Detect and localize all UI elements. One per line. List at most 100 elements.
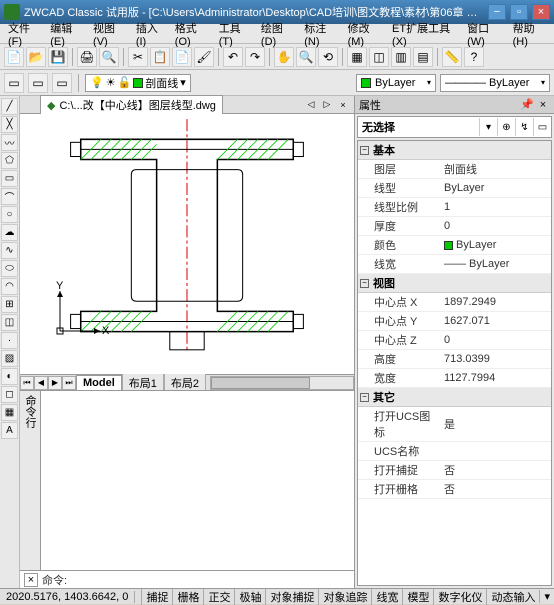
spline-tool[interactable]: ∿ (1, 242, 18, 259)
layer-manager-button[interactable]: ▭ (4, 73, 24, 93)
menu-item[interactable]: 编辑(E) (46, 18, 87, 50)
prop-value[interactable]: ByLayer (440, 236, 551, 254)
tab-first[interactable]: ⏮ (20, 376, 34, 390)
zoom-prev-button[interactable]: ⟲ (318, 47, 338, 67)
prop-value[interactable]: —— ByLayer (440, 255, 551, 273)
prop-value[interactable] (440, 442, 551, 460)
linetype-combo[interactable]: ———— ByLayer ▾ (440, 74, 550, 92)
property-group[interactable]: −其它 (358, 388, 551, 407)
gradient-tool[interactable]: ◐ (1, 368, 18, 385)
tab-next[interactable]: ▶ (48, 376, 62, 390)
prop-value[interactable]: 1 (440, 198, 551, 216)
collapse-icon[interactable]: − (360, 279, 369, 288)
status-toggle[interactable]: 数字化仪 (433, 589, 486, 605)
ellipse-tool[interactable]: ⬭ (1, 260, 18, 277)
status-toggle[interactable]: 栅格 (172, 589, 203, 605)
line-tool[interactable]: ╱ (1, 98, 18, 115)
menu-item[interactable]: 窗口(W) (463, 18, 507, 50)
prop-value[interactable]: 否 (440, 461, 551, 479)
property-row[interactable]: 打开捕捉否 (358, 461, 551, 480)
layer-prev-button[interactable]: ▭ (52, 73, 72, 93)
table-tool[interactable]: ▦ (1, 404, 18, 421)
redo-button[interactable]: ↷ (245, 47, 265, 67)
property-group[interactable]: −视图 (358, 274, 551, 293)
tab-prev[interactable]: ◁ (304, 98, 318, 112)
collapse-icon[interactable]: − (360, 393, 369, 402)
properties-button[interactable]: ▦ (347, 47, 367, 67)
cut-button[interactable]: ✂ (128, 47, 148, 67)
new-button[interactable]: 📄 (4, 47, 24, 67)
document-tab[interactable]: ◆ C:\...改【中心线】图层线型.dwg (40, 95, 223, 114)
chevron-down-icon[interactable]: ▾ (479, 118, 497, 136)
menu-item[interactable]: 文件(F) (4, 18, 44, 50)
pan-button[interactable]: ✋ (274, 47, 294, 67)
layer-combo[interactable]: 💡 ☀ 🔓 剖面线 ▾ (85, 74, 191, 92)
text-tool[interactable]: A (1, 422, 18, 439)
region-tool[interactable]: ◻ (1, 386, 18, 403)
command-history-body[interactable] (41, 391, 354, 570)
status-toggle[interactable]: 模型 (402, 589, 433, 605)
menu-item[interactable]: 视图(V) (89, 18, 130, 50)
property-row[interactable]: UCS名称 (358, 442, 551, 461)
property-row[interactable]: 颜色ByLayer (358, 236, 551, 255)
menu-item[interactable]: 绘图(D) (257, 18, 298, 50)
property-grid[interactable]: −基本图层剖面线线型ByLayer线型比例1厚度0颜色ByLayer线宽—— B… (357, 140, 552, 586)
panel-close-icon[interactable]: × (536, 98, 550, 112)
command-line[interactable]: × 命令: (20, 570, 354, 588)
menu-item[interactable]: 修改(M) (344, 18, 386, 50)
prop-value[interactable]: 0 (440, 331, 551, 349)
insert-tool[interactable]: ⊞ (1, 296, 18, 313)
prop-value[interactable]: 1627.071 (440, 312, 551, 330)
calc-button[interactable]: ▤ (413, 47, 433, 67)
open-button[interactable]: 📂 (26, 47, 46, 67)
menu-item[interactable]: ET扩展工具(X) (388, 18, 461, 50)
prop-value[interactable]: 剖面线 (440, 160, 551, 178)
print-button[interactable]: 🖨 (77, 47, 97, 67)
pin-icon[interactable]: 📌 (520, 98, 534, 112)
collapse-icon[interactable]: − (360, 146, 369, 155)
h-scrollbar[interactable] (210, 376, 354, 390)
property-row[interactable]: 打开UCS图标是 (358, 407, 551, 442)
menu-item[interactable]: 格式(O) (171, 18, 213, 50)
tab-next[interactable]: ▷ (320, 98, 334, 112)
designcenter-button[interactable]: ◫ (369, 47, 389, 67)
block-tool[interactable]: ◫ (1, 314, 18, 331)
status-toggle[interactable]: 极轴 (234, 589, 265, 605)
prop-value[interactable]: ByLayer (440, 179, 551, 197)
tab-prev[interactable]: ◀ (34, 376, 48, 390)
arc-tool[interactable]: ⌒ (1, 188, 18, 205)
rect-tool[interactable]: ▭ (1, 170, 18, 187)
property-row[interactable]: 宽度1127.7994 (358, 369, 551, 388)
prop-value[interactable]: 否 (440, 480, 551, 498)
toolpalette-button[interactable]: ▥ (391, 47, 411, 67)
prop-value[interactable]: 是 (440, 407, 551, 441)
status-toggle[interactable]: 动态输入 (486, 589, 539, 605)
property-row[interactable]: 图层剖面线 (358, 160, 551, 179)
property-row[interactable]: 高度713.0399 (358, 350, 551, 369)
revcloud-tool[interactable]: ☁ (1, 224, 18, 241)
property-row[interactable]: 线型比例1 (358, 198, 551, 217)
polygon-tool[interactable]: ⬠ (1, 152, 18, 169)
prop-value[interactable]: 0 (440, 217, 551, 235)
menu-item[interactable]: 帮助(H) (509, 18, 550, 50)
color-combo[interactable]: ByLayer ▾ (356, 74, 436, 92)
point-tool[interactable]: · (1, 332, 18, 349)
status-toggle[interactable]: 正交 (203, 589, 234, 605)
selection-combo[interactable]: 无选择 ▾ ⊕ ↯ ▭ (357, 116, 552, 138)
prop-value[interactable]: 1127.7994 (440, 369, 551, 387)
tab-last[interactable]: ⏭ (62, 376, 76, 390)
ellipsearc-tool[interactable]: ◠ (1, 278, 18, 295)
help-button[interactable]: ? (464, 47, 484, 67)
command-clear-icon[interactable]: × (24, 573, 38, 587)
status-menu-icon[interactable]: ▾ (539, 590, 554, 603)
menu-item[interactable]: 插入(I) (132, 18, 169, 50)
property-row[interactable]: 线宽—— ByLayer (358, 255, 551, 274)
model-tab[interactable]: Model (76, 375, 122, 391)
property-group[interactable]: −基本 (358, 141, 551, 160)
pline-tool[interactable]: 〰 (1, 134, 18, 151)
quickselect-icon[interactable]: ⊕ (497, 118, 515, 136)
status-toggle[interactable]: 线宽 (371, 589, 402, 605)
hatch-tool[interactable]: ▨ (1, 350, 18, 367)
save-button[interactable]: 💾 (48, 47, 68, 67)
prop-value[interactable]: 1897.2949 (440, 293, 551, 311)
